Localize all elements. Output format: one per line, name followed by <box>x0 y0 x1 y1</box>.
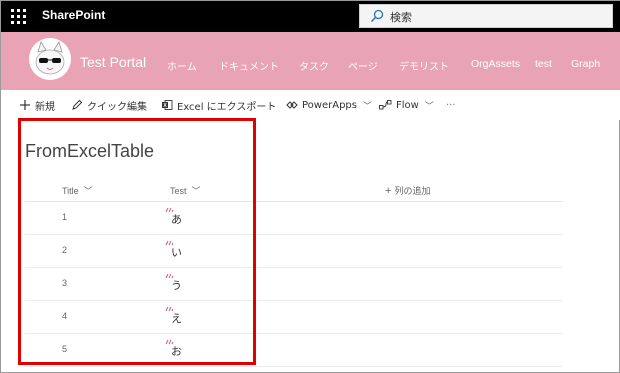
nav-tasks[interactable]: タスク <box>299 58 329 73</box>
chevron-down-icon: ﹀ <box>424 101 434 112</box>
nav-pages[interactable]: ページ <box>348 58 378 73</box>
export-excel-label: Excel にエクスポート <box>177 101 277 113</box>
quick-edit-button[interactable]: クイック編集 <box>71 98 147 113</box>
quick-edit-label: クイック編集 <box>87 101 147 113</box>
nav-graph[interactable]: Graph <box>571 58 600 70</box>
flow-label: Flow <box>396 99 419 111</box>
site-header: Test Portal ホーム ドキュメント タスク ページ デモリスト Org… <box>1 32 620 90</box>
export-excel-button[interactable]: X Excel にエクスポート <box>161 98 277 113</box>
powerapps-label: PowerApps <box>302 99 357 111</box>
nav-test[interactable]: test <box>535 58 552 70</box>
powerapps-icon <box>286 101 298 109</box>
site-title[interactable]: Test Portal <box>80 54 146 70</box>
search-icon <box>370 9 384 23</box>
nav-documents[interactable]: ドキュメント <box>219 58 279 73</box>
nav-demolist[interactable]: デモリスト <box>399 58 449 73</box>
new-label: 新規 <box>35 101 55 113</box>
flow-icon <box>379 100 392 110</box>
flow-button[interactable]: Flow ﹀ <box>379 98 434 112</box>
plus-icon: + <box>385 184 392 197</box>
nav-orgassets[interactable]: OrgAssets <box>471 58 520 70</box>
app-launcher-button[interactable] <box>1 1 35 32</box>
waffle-icon <box>10 9 26 24</box>
suite-bar: SharePoint 検索 <box>1 1 620 32</box>
excel-icon: X <box>162 100 173 110</box>
more-icon: ··· <box>446 99 456 111</box>
chevron-down-icon: ﹀ <box>362 101 372 112</box>
more-button[interactable]: ··· <box>446 98 456 112</box>
command-bar: 新規 クイック編集 X Excel にエクスポート PowerApps ﹀ Fl… <box>1 90 620 120</box>
search-box[interactable]: 検索 <box>359 4 613 28</box>
add-column-button[interactable]: + 列の追加 <box>385 184 430 198</box>
pencil-icon <box>72 99 83 110</box>
plus-icon <box>20 100 30 110</box>
app-name[interactable]: SharePoint <box>42 8 105 22</box>
cat-logo-icon <box>29 38 71 80</box>
site-logo[interactable] <box>29 38 71 80</box>
powerapps-button[interactable]: PowerApps ﹀ <box>286 98 372 112</box>
new-button[interactable]: 新規 <box>19 98 55 113</box>
highlight-box <box>18 118 256 365</box>
nav-home[interactable]: ホーム <box>167 58 197 73</box>
search-placeholder: 検索 <box>390 11 412 24</box>
